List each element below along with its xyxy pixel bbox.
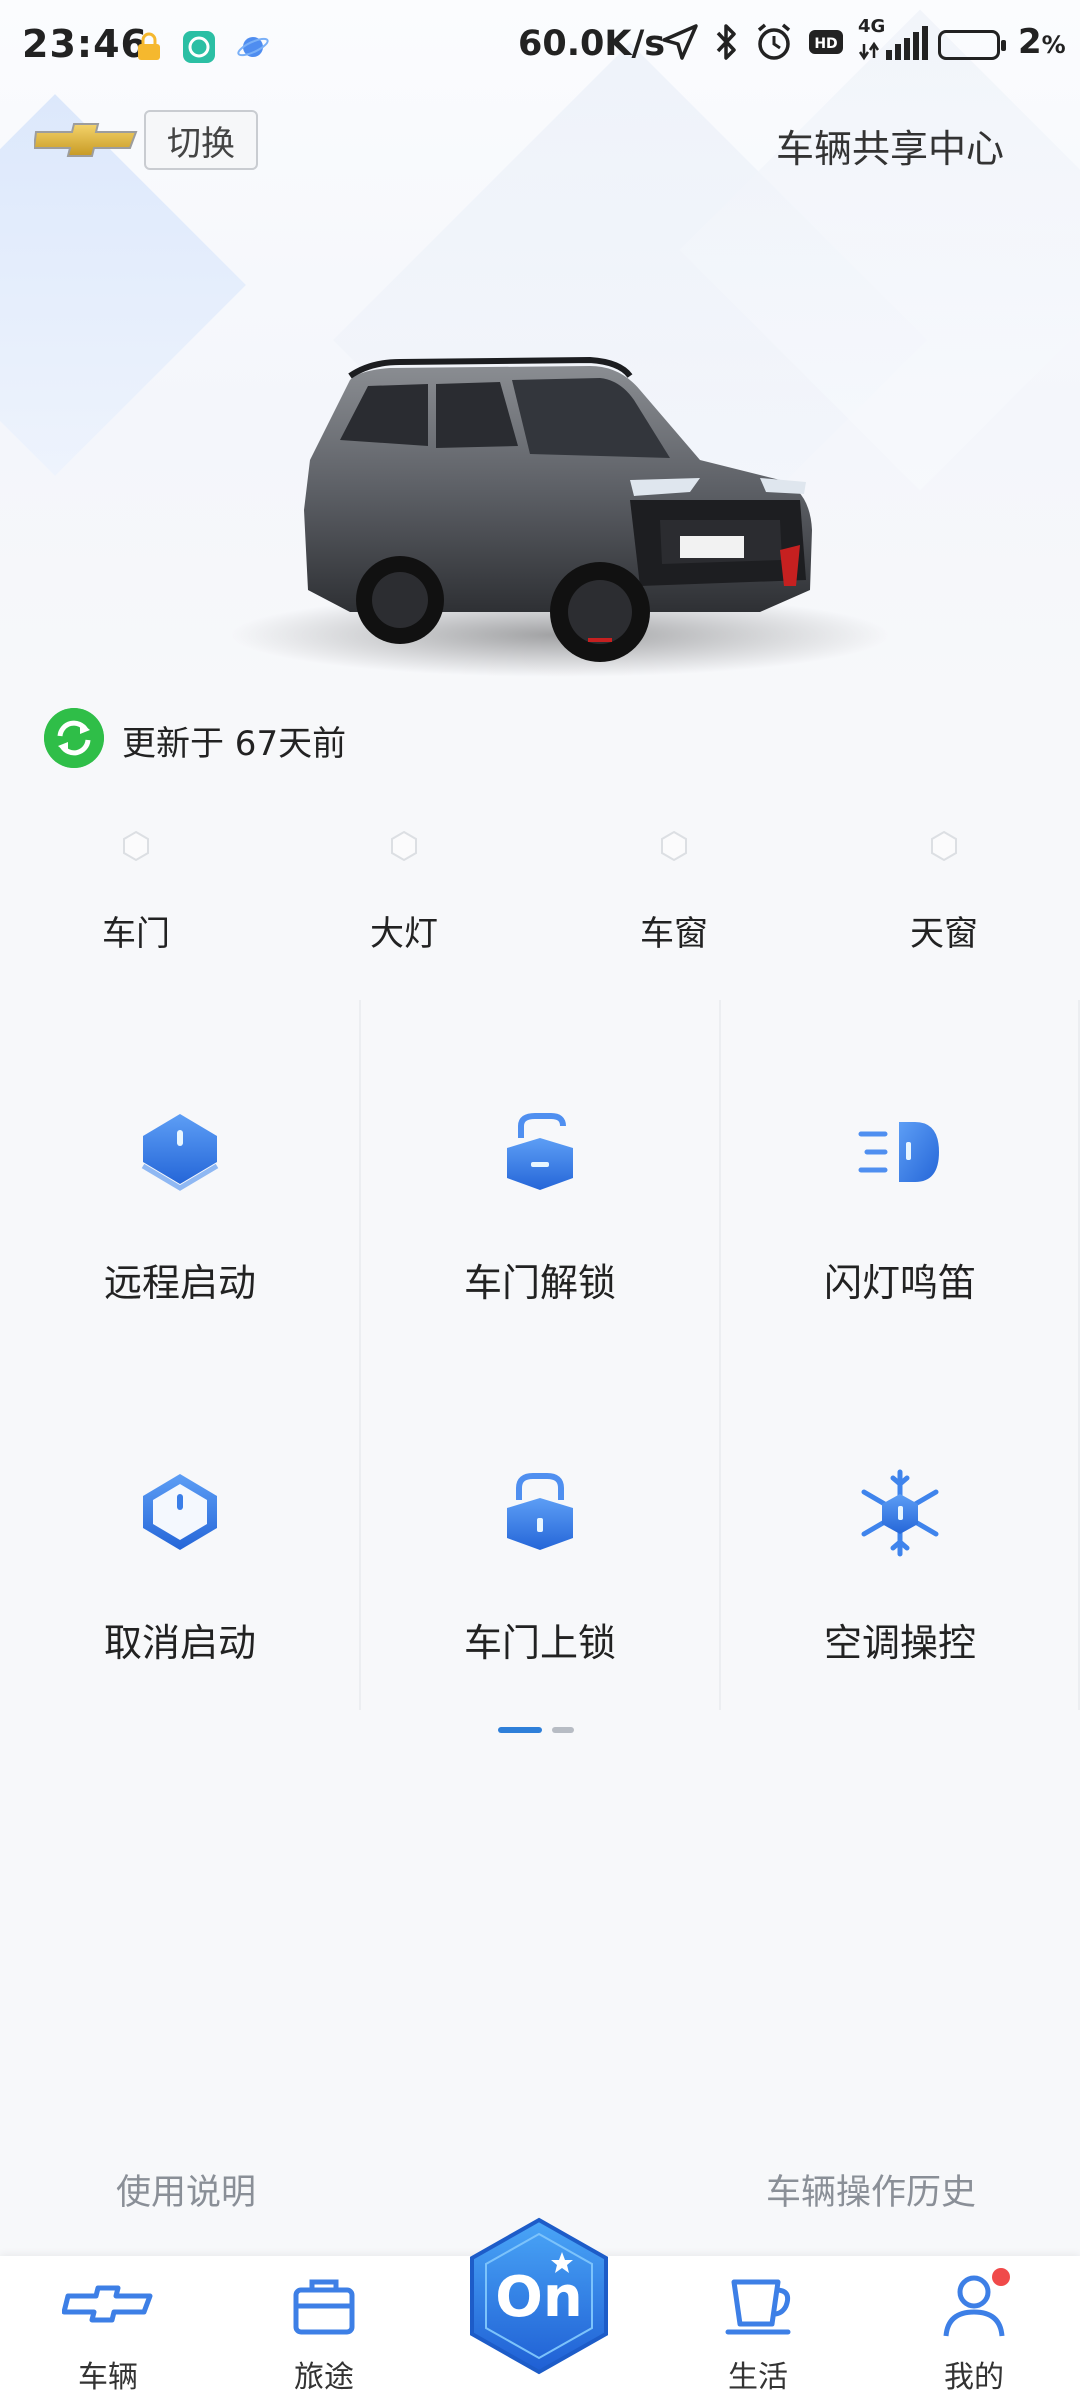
- status-bar: 23:46 60.0K/s HD 4G 2%: [0, 0, 1080, 96]
- status-hexagon-icon: [661, 830, 687, 862]
- status-hexagon-icon: [123, 830, 149, 862]
- cancel-start-icon: [143, 1474, 217, 1550]
- tab-life[interactable]: 生活: [688, 2270, 828, 2396]
- remote-start-icon: [141, 1114, 219, 1191]
- svg-text:On: On: [495, 2265, 582, 2330]
- snowflake-icon: [861, 1469, 939, 1557]
- cancel-start-button[interactable]: 取消启动: [0, 1468, 360, 1667]
- lock-icon: [507, 1473, 573, 1550]
- network-speed: 60.0K/s: [518, 24, 666, 64]
- status-label: 大灯: [370, 914, 438, 954]
- status-hexagon-icon: [931, 830, 957, 862]
- vehicle-image: [230, 356, 890, 677]
- flash-horn-icon: [858, 1122, 939, 1182]
- page-indicator: [498, 1727, 574, 1733]
- page-dot[interactable]: [552, 1727, 574, 1733]
- battery-icon: [938, 30, 1006, 60]
- app-notification-icon: [183, 31, 215, 63]
- battery-percent: 2%: [1018, 22, 1066, 62]
- status-sunroof: 天窗: [874, 830, 1014, 955]
- tab-mine[interactable]: 我的: [904, 2270, 1044, 2396]
- switch-vehicle-button[interactable]: 切换: [144, 110, 258, 170]
- page-dot-active[interactable]: [498, 1727, 542, 1733]
- update-time-text: 更新于 67天前: [122, 724, 347, 764]
- status-door: 车门: [66, 830, 206, 955]
- flash-horn-button[interactable]: 闪灯鸣笛: [720, 1108, 1080, 1307]
- alarm-icon: [757, 23, 791, 60]
- tab-label: 生活: [728, 2360, 788, 2395]
- cup-icon: [725, 2279, 791, 2335]
- briefcase-icon: [293, 2279, 355, 2335]
- tab-vehicle[interactable]: 车辆: [38, 2270, 178, 2396]
- status-label: 车窗: [640, 914, 708, 954]
- control-label: 车门解锁: [463, 1261, 616, 1305]
- tab-label: 车辆: [78, 2360, 138, 2395]
- control-label: 闪灯鸣笛: [823, 1261, 976, 1305]
- onstar-icon[interactable]: On: [466, 2216, 612, 2376]
- bluetooth-icon: [716, 24, 736, 60]
- tab-journey[interactable]: 旅途: [254, 2270, 394, 2396]
- tab-label: 旅途: [294, 2360, 354, 2395]
- control-label: 远程启动: [103, 1261, 256, 1305]
- unlock-door-button[interactable]: 车门解锁: [360, 1108, 720, 1307]
- refresh-icon[interactable]: [44, 708, 104, 768]
- location-icon: [662, 24, 698, 60]
- hd-icon: HD: [809, 30, 843, 54]
- chevrolet-logo: [34, 123, 138, 157]
- unlock-icon: [507, 1113, 573, 1190]
- status-hexagon-icon: [391, 830, 417, 862]
- svg-text:HD: HD: [814, 36, 837, 52]
- control-label: 取消启动: [103, 1621, 256, 1665]
- operation-history-link[interactable]: 车辆操作历史: [766, 2164, 976, 2215]
- cellular-signal-icon: 4G: [858, 16, 930, 62]
- status-label: 天窗: [910, 914, 978, 954]
- status-label: 车门: [102, 914, 170, 954]
- status-time: 23:46: [22, 22, 148, 66]
- ac-control-button[interactable]: 空调操控: [720, 1468, 1080, 1667]
- control-label: 空调操控: [823, 1621, 976, 1665]
- remote-start-button[interactable]: 远程启动: [0, 1108, 360, 1307]
- status-window: 车窗: [604, 830, 744, 955]
- chevrolet-bowtie-icon: [61, 2285, 153, 2323]
- planet-notification-icon: [237, 37, 269, 57]
- user-manual-link[interactable]: 使用说明: [116, 2164, 256, 2215]
- status-headlight: 大灯: [334, 830, 474, 955]
- lock-door-button[interactable]: 车门上锁: [360, 1468, 720, 1667]
- lock-notification-icon: [138, 32, 160, 60]
- tab-label: 我的: [944, 2360, 1004, 2395]
- notification-badge: [992, 2268, 1010, 2286]
- control-label: 车门上锁: [463, 1621, 616, 1665]
- vehicle-share-center-link[interactable]: 车辆共享中心: [776, 118, 1004, 173]
